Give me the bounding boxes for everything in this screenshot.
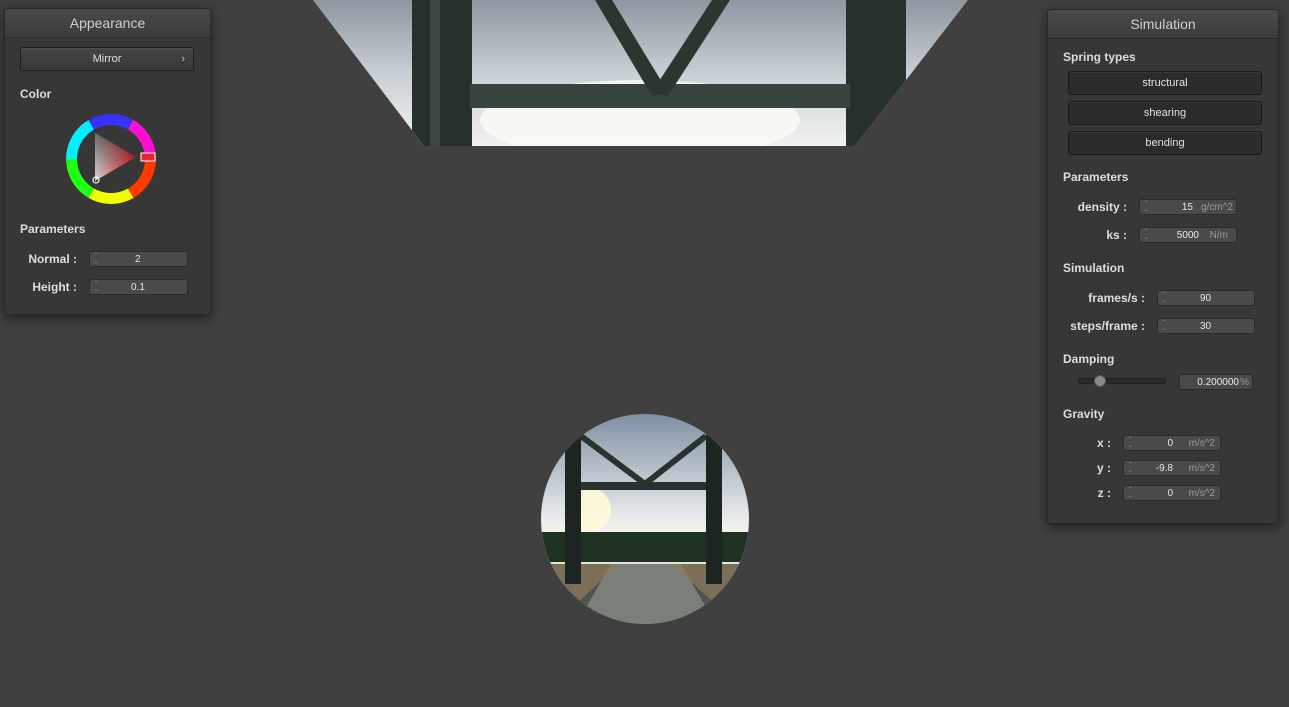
color-wheel[interactable] [61, 109, 161, 209]
gravity-y-unit: m/s^2 [1188, 463, 1215, 474]
density-label: density : [1077, 200, 1127, 214]
ks-label: ks : [1106, 228, 1127, 242]
gravity-y-field[interactable]: ⌃ ⌄ -9.8 m/s^2 [1123, 460, 1221, 476]
ks-value: 5000 [1176, 230, 1199, 241]
gravity-label: Gravity [1063, 407, 1105, 421]
spinner-arrows-icon[interactable]: ⌃ ⌄ [1161, 320, 1167, 332]
normal-field[interactable]: ⌃ ⌄ 2 [89, 251, 188, 267]
spinner-arrows-icon[interactable]: ⌃ ⌄ [1143, 201, 1149, 213]
fps-label: frames/s : [1088, 291, 1145, 305]
normal-value: 2 [135, 254, 141, 265]
gravity-z-unit: m/s^2 [1188, 488, 1215, 499]
height-field[interactable]: ⌃ ⌄ 0.1 [89, 279, 188, 295]
material-dropdown-label: Mirror [92, 53, 122, 65]
damping-slider[interactable] [1078, 375, 1166, 387]
damping-unit: % [1240, 377, 1249, 388]
fps-field[interactable]: ⌃ ⌄ 90 [1157, 290, 1255, 306]
gravity-x-label: x : [1096, 436, 1111, 450]
gravity-y-value: -9.8 [1155, 463, 1173, 474]
fps-value: 90 [1200, 293, 1212, 304]
gravity-x-field[interactable]: ⌃ ⌄ 0 m/s^2 [1123, 435, 1221, 451]
ks-unit: N/m [1209, 230, 1228, 241]
simulation-panel: Simulation Spring types structural shear… [1047, 9, 1279, 524]
simulation-panel-title[interactable]: Simulation [1048, 10, 1278, 39]
ks-field[interactable]: ⌃ ⌄ 5000 N/m [1139, 227, 1237, 243]
gravity-z-label: z : [1097, 486, 1111, 500]
damping-field[interactable]: 0.200000 % [1179, 374, 1253, 390]
simulation-parameters-label: Parameters [1063, 170, 1129, 184]
spinner-arrows-icon[interactable]: ⌃ ⌄ [1161, 292, 1167, 304]
damping-value: 0.200000 [1197, 377, 1239, 388]
height-value: 0.1 [131, 282, 145, 293]
steps-value: 30 [1200, 321, 1212, 332]
steps-label: steps/frame : [1070, 319, 1145, 333]
structural-button[interactable]: structural [1068, 71, 1262, 95]
spinner-arrows-icon[interactable]: ⌃ ⌄ [1127, 462, 1133, 474]
damping-label: Damping [1063, 352, 1115, 366]
gravity-x-unit: m/s^2 [1188, 438, 1215, 449]
spinner-arrows-icon[interactable]: ⌃ ⌄ [1127, 437, 1133, 449]
gravity-y-label: y : [1096, 461, 1111, 475]
simulation-section-label: Simulation [1063, 261, 1125, 275]
appearance-panel-title[interactable]: Appearance [5, 9, 210, 38]
appearance-panel: Appearance Mirror › Color Parameters Nor… [4, 8, 211, 315]
color-label: Color [20, 87, 52, 101]
appearance-parameters-label: Parameters [20, 222, 86, 236]
material-dropdown[interactable]: Mirror › [20, 47, 194, 71]
gravity-z-value: 0 [1167, 488, 1173, 499]
spinner-arrows-icon[interactable]: ⌃ ⌄ [1127, 487, 1133, 499]
gravity-x-value: 0 [1167, 438, 1173, 449]
mirror-sphere [541, 414, 749, 624]
spinner-arrows-icon[interactable]: ⌃ ⌄ [1143, 229, 1149, 241]
damping-slider-handle[interactable] [1094, 375, 1107, 387]
height-label: Height : [32, 280, 77, 294]
spinner-arrows-icon[interactable]: ⌃ ⌄ [93, 253, 99, 265]
density-value: 15 [1181, 202, 1193, 213]
shearing-button[interactable]: shearing [1068, 101, 1262, 125]
gravity-z-field[interactable]: ⌃ ⌄ 0 m/s^2 [1123, 485, 1221, 501]
bending-button[interactable]: bending [1068, 131, 1262, 155]
spinner-arrows-icon[interactable]: ⌃ ⌄ [93, 281, 99, 293]
spring-types-label: Spring types [1063, 50, 1136, 64]
steps-field[interactable]: ⌃ ⌄ 30 [1157, 318, 1255, 334]
normal-label: Normal : [28, 252, 77, 266]
chevron-right-icon: › [181, 53, 185, 65]
density-field[interactable]: ⌃ ⌄ 15 g/cm^2 [1139, 199, 1237, 215]
density-unit: g/cm^2 [1201, 202, 1233, 213]
